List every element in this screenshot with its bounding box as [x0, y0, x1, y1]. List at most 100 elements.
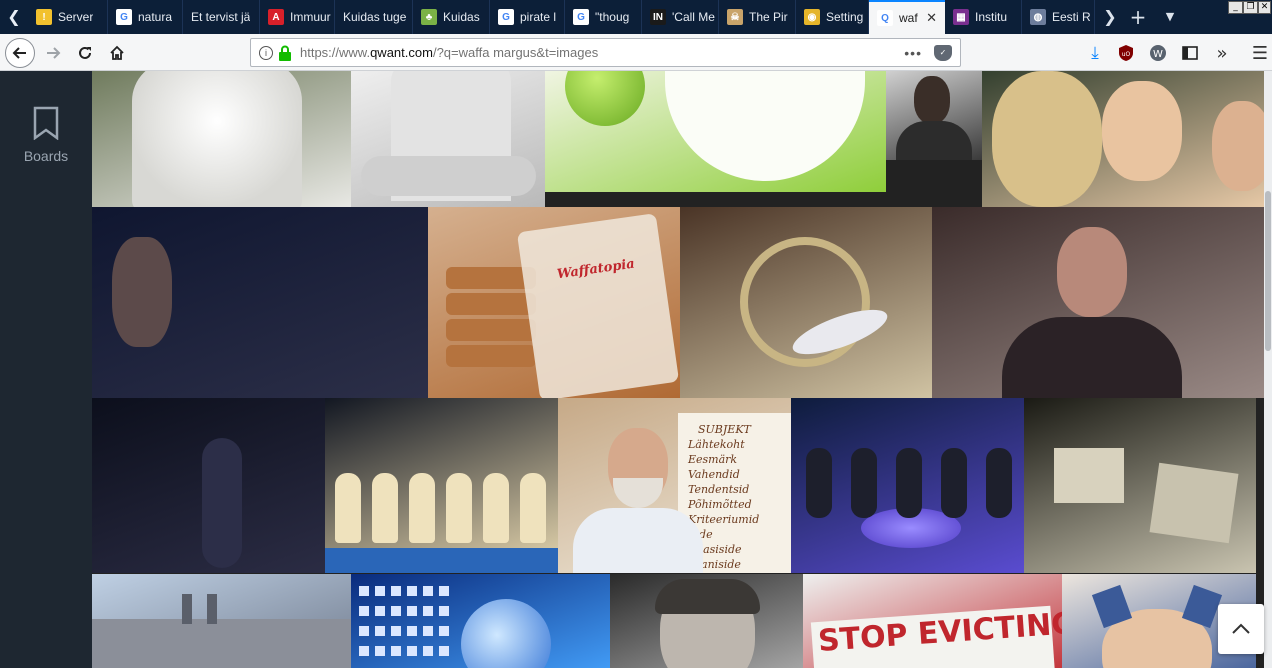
browser-tab[interactable]: ☠ The Pir: [719, 0, 796, 34]
browser-tab[interactable]: ♣ Kuidas: [413, 0, 490, 34]
tab-title: Kuidas: [443, 10, 480, 24]
tab-title: natura: [138, 10, 173, 24]
close-window-icon[interactable]: ✕: [1258, 1, 1271, 14]
page-actions-menu[interactable]: •••: [904, 45, 922, 61]
image-result-girls-smiling[interactable]: [982, 71, 1264, 207]
image-result-city-skyline[interactable]: [92, 574, 351, 668]
navigation-toolbar: i https://www.qwant.com/?q=waffa margus&…: [0, 34, 1272, 71]
browser-tab[interactable]: A Immuur: [260, 0, 335, 34]
tab-title: Kuidas tuge: [343, 10, 407, 24]
image-result-young-man-bw[interactable]: [610, 574, 803, 668]
face-shape: [112, 237, 172, 347]
google-icon: G: [573, 9, 589, 25]
flipchart-line: Vahendid: [688, 468, 740, 481]
sidebar-toggle-icon[interactable]: [1180, 43, 1200, 63]
browser-tab[interactable]: ! Server: [28, 0, 108, 34]
image-result-stage-dancers[interactable]: [325, 398, 558, 573]
url-prefix: https://www.: [300, 45, 371, 60]
overflow-chevrons-icon[interactable]: »: [1212, 43, 1232, 64]
pocket-icon[interactable]: ✓: [934, 44, 952, 61]
lock-icon[interactable]: [278, 45, 292, 61]
flipchart-line: Lähtekoht: [688, 438, 745, 451]
dancer-shape: [446, 473, 472, 543]
forward-button[interactable]: [38, 38, 68, 68]
image-result-lace-dress[interactable]: [92, 71, 351, 207]
image-result-man-shirt[interactable]: [351, 71, 545, 207]
browser-tab[interactable]: IN 'Call Me: [642, 0, 719, 34]
url-bar[interactable]: i https://www.qwant.com/?q=waffa margus&…: [250, 38, 961, 67]
image-result-apple-cup[interactable]: [545, 71, 886, 192]
image-result-portrait-bw[interactable]: [886, 71, 982, 160]
image-result-older-man-praying[interactable]: [932, 207, 1264, 398]
desktop-icon: [423, 626, 433, 636]
desktop-icon: [359, 646, 369, 656]
tab-title: Immuur: [290, 10, 331, 24]
url-text[interactable]: https://www.qwant.com/?q=waffa margus&t=…: [300, 45, 904, 60]
close-tab-icon[interactable]: ✕: [926, 10, 937, 26]
image-result-computer-junk[interactable]: [1024, 398, 1256, 573]
image-result-bird-closeup[interactable]: [680, 207, 932, 398]
package-shape: Waffatopia: [516, 213, 680, 398]
ublock-shield-icon[interactable]: uO: [1116, 43, 1136, 63]
desktop-icon: [423, 646, 433, 656]
hamburger-menu-icon[interactable]: ☰: [1250, 43, 1270, 64]
reload-button[interactable]: [70, 38, 100, 68]
dancer-shape: [520, 473, 546, 543]
waffle-shape: [446, 345, 536, 367]
site-info-icon[interactable]: i: [259, 45, 273, 60]
image-result-tv-studio[interactable]: [791, 398, 1024, 573]
w-extension-icon[interactable]: W: [1148, 43, 1168, 63]
browser-tab[interactable]: Qwaf ✕: [869, 0, 945, 34]
shirt-shape: [573, 508, 703, 573]
desktop-icon: [439, 646, 449, 656]
browser-tab[interactable]: Gpirate l: [490, 0, 565, 34]
tab-list-chevron-down-icon[interactable]: ▼: [1155, 0, 1185, 34]
tab-title: Server: [58, 10, 94, 24]
image-result-bearded-man-dark[interactable]: [92, 207, 428, 398]
tab-title: "thoug: [595, 10, 630, 24]
browser-tab[interactable]: ◉ Setting: [796, 0, 869, 34]
image-result-lecturer-flipchart[interactable]: SUBJEKT Lähtekoht Eesmärk Vahendid Tendentsi…: [558, 398, 791, 573]
browser-tab[interactable]: ▦ Institu: [945, 0, 1022, 34]
restore-window-icon[interactable]: ❐: [1243, 1, 1258, 14]
head-shape: [1057, 227, 1127, 317]
new-tab-icon[interactable]: +: [1123, 0, 1153, 34]
spire-shape: [207, 594, 217, 624]
image-result-protest-banner[interactable]: STOP EVICTING: [803, 574, 1062, 668]
minimize-window-icon[interactable]: _: [1228, 1, 1243, 14]
scroll-tabs-right-icon[interactable]: ❯: [1095, 0, 1125, 34]
browser-tab[interactable]: ◍ Eesti R: [1022, 0, 1095, 34]
desktop-icon: [407, 646, 417, 656]
page-scrollbar[interactable]: [1264, 71, 1272, 668]
browser-tab[interactable]: Gnatura: [108, 0, 183, 34]
image-result-desktop-screen[interactable]: [351, 574, 610, 668]
guest-shape: [851, 448, 877, 518]
desktop-icon: [423, 586, 433, 596]
qwant-sidebar: Boards: [0, 71, 92, 668]
boards-button[interactable]: Boards: [0, 71, 92, 181]
desktop-icon: [375, 646, 385, 656]
image-result-dark-room[interactable]: [92, 398, 325, 573]
home-button[interactable]: [102, 38, 132, 68]
dancer-shape: [409, 473, 435, 543]
scrollbar-thumb[interactable]: [1265, 191, 1271, 351]
warning-icon: !: [36, 9, 52, 25]
back-button[interactable]: [5, 38, 35, 68]
image-result-waffle-package[interactable]: Waffatopia: [428, 207, 680, 398]
browser-tab[interactable]: Et tervist jä: [183, 0, 260, 34]
pattern-icon: ▦: [953, 9, 969, 25]
waffle-shape: [446, 319, 536, 341]
flipchart-line: Kriteeriumid: [688, 513, 760, 526]
desktop-icon: [423, 606, 433, 616]
url-domain: qwant.com: [370, 45, 433, 60]
download-icon[interactable]: ⤓: [1085, 43, 1105, 63]
tab-title: Institu: [975, 10, 1008, 24]
scroll-tabs-left-icon[interactable]: ❮: [2, 0, 26, 34]
scroll-to-top-button[interactable]: [1218, 604, 1264, 654]
browser-tab[interactable]: Kuidas tuge: [335, 0, 413, 34]
desktop-icon: [407, 626, 417, 636]
tab-title: The Pir: [749, 10, 788, 24]
tab-title: 'Call Me: [672, 10, 715, 24]
browser-tab[interactable]: G "thoug: [565, 0, 642, 34]
flipchart-line: Põhimõtted: [688, 498, 752, 511]
